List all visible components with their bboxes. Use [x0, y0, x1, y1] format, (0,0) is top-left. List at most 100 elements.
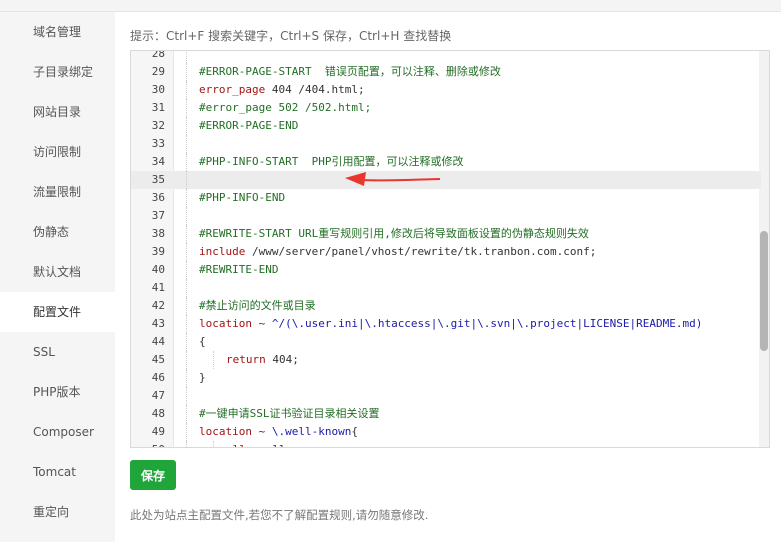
line-number: 49: [151, 425, 165, 438]
sidebar-item[interactable]: 默认文档: [0, 252, 115, 292]
code-line[interactable]: 42 #禁止访问的文件或目录: [131, 297, 761, 315]
code-line[interactable]: 46}: [131, 369, 761, 387]
code-line[interactable]: 33: [131, 135, 761, 153]
line-number: 44: [151, 335, 165, 348]
indent-guide: [186, 279, 187, 297]
code-line[interactable]: 43 location ~ ^/(\.user.ini|\.htaccess|\.…: [131, 315, 761, 333]
editor-scrollbar-thumb[interactable]: [760, 231, 768, 351]
sidebar-item[interactable]: 子目录绑定: [0, 52, 115, 92]
code-line[interactable]: 31 #error_page 502 /502.html;: [131, 99, 761, 117]
sidebar-item[interactable]: Tomcat: [0, 452, 115, 492]
code-text: #ERROR-PAGE-END: [199, 117, 298, 135]
indent-guide: [186, 63, 187, 81]
line-number: 50: [131, 441, 165, 447]
indent-guide: [186, 189, 187, 207]
code-line[interactable]: 44 {: [131, 333, 761, 351]
indent-guide: [186, 297, 187, 315]
line-number: 34: [151, 155, 165, 168]
line-number: 33: [151, 137, 165, 150]
indent-guide: [186, 117, 187, 135]
line-number: 30: [151, 83, 165, 96]
code-token: ~: [251, 317, 272, 330]
code-line[interactable]: 41: [131, 279, 761, 297]
code-line[interactable]: 48 #一键申请SSL证书验证目录相关设置: [131, 405, 761, 423]
code-line[interactable]: 30 error_page 404 /404.html;: [131, 81, 761, 99]
code-text: #ERROR-PAGE-START 错误页配置，可以注释、删除或修改: [199, 63, 501, 81]
top-bar: [0, 0, 781, 12]
code-token: }: [199, 371, 206, 384]
sidebar-item[interactable]: 配置文件: [0, 292, 115, 332]
code-line[interactable]: 49 location ~ \.well-known{: [131, 423, 761, 441]
sidebar-item[interactable]: 访问限制: [0, 132, 115, 172]
code-text: location ~ \.well-known{: [199, 423, 358, 441]
line-number: 37: [151, 209, 165, 222]
indent-guide: [186, 225, 187, 243]
line-number: 31: [151, 101, 165, 114]
code-line[interactable]: 37: [131, 207, 761, 225]
line-number: 47: [151, 389, 165, 402]
code-text: return 404;: [226, 351, 299, 369]
code-line[interactable]: 28: [131, 50, 761, 63]
code-token: all;: [259, 443, 293, 447]
sidebar-item[interactable]: SSL: [0, 332, 115, 372]
code-token: #PHP-INFO-END: [199, 191, 286, 204]
code-token: allow: [226, 443, 259, 447]
code-token: /www/server/panel/vhost/rewrite/tk.tranb…: [245, 245, 597, 258]
code-text: include /www/server/panel/vhost/rewrite/…: [199, 243, 596, 261]
code-line[interactable]: 40 #REWRITE-END: [131, 261, 761, 279]
code-text: #REWRITE-START URL重写规则引用,修改后将导致面板设置的伪静态规…: [199, 225, 589, 243]
indent-guide: [186, 81, 187, 99]
indent-guide: [186, 207, 187, 225]
code-token: #REWRITE-START URL重写规则引用,修改后将导致面板设置的伪静态规…: [199, 227, 589, 240]
code-line[interactable]: 38 #REWRITE-START URL重写规则引用,修改后将导致面板设置的伪静…: [131, 225, 761, 243]
indent-guide: [186, 153, 187, 171]
code-token: #error_page 502 /502.html;: [199, 101, 372, 114]
code-token: \.well-known: [271, 425, 352, 438]
indent-guide: [186, 51, 187, 63]
config-editor[interactable]: 28 29 #ERROR-PAGE-START 错误页配置，可以注释、删除或修改 30…: [130, 50, 770, 448]
indent-guide: [213, 441, 214, 447]
code-line[interactable]: 34 #PHP-INFO-START PHP引用配置，可以注释或修改: [131, 153, 761, 171]
sidebar-item[interactable]: PHP版本: [0, 372, 115, 412]
code-line[interactable]: 36 #PHP-INFO-END: [131, 189, 761, 207]
indent-guide: [186, 369, 187, 387]
code-text: #PHP-INFO-START PHP引用配置，可以注释或修改: [199, 153, 463, 171]
sidebar-item[interactable]: 域名管理: [0, 12, 115, 52]
code-line[interactable]: 35: [131, 171, 761, 189]
code-line[interactable]: 47: [131, 387, 761, 405]
line-number: 28: [151, 50, 165, 60]
sidebar-item[interactable]: 伪静态: [0, 212, 115, 252]
indent-guide: [186, 315, 187, 333]
sidebar: 域名管理 子目录绑定 网站目录 访问限制 流量限制 伪静态 默认文档 配置文件 SSL PHP版本…: [0, 12, 115, 542]
sidebar-item[interactable]: Composer: [0, 412, 115, 452]
code-token: ~: [251, 425, 272, 438]
line-number: 45: [151, 353, 165, 366]
code-token: 404;: [265, 353, 299, 366]
line-number: 41: [151, 281, 165, 294]
code-text: #一键申请SSL证书验证目录相关设置: [199, 405, 380, 423]
indent-guide: [186, 405, 187, 423]
code-token: error_page: [199, 83, 266, 96]
code-line[interactable]: 39 include /www/server/panel/vhost/rewrit…: [131, 243, 761, 261]
code-token: location: [199, 425, 252, 438]
indent-guide: [186, 387, 187, 405]
indent-guide: [186, 351, 187, 369]
code-line[interactable]: 45 return 404;: [131, 351, 761, 369]
indent-guide: [186, 423, 187, 441]
code-line[interactable]: 29 #ERROR-PAGE-START 错误页配置，可以注释、删除或修改: [131, 63, 761, 81]
code-text: location ~ ^/(\.user.ini|\.htaccess|\.gi…: [199, 315, 702, 333]
sidebar-item[interactable]: 网站目录: [0, 92, 115, 132]
code-token: include: [199, 245, 246, 258]
code-token: location: [199, 317, 252, 330]
sidebar-item[interactable]: 重定向: [0, 492, 115, 532]
indent-guide: [186, 441, 187, 447]
line-number: 42: [151, 299, 165, 312]
code-line[interactable]: 32 #ERROR-PAGE-END: [131, 117, 761, 135]
code-line[interactable]: 50 allow all;: [131, 441, 761, 447]
sidebar-item[interactable]: 流量限制: [0, 172, 115, 212]
code-token: ^/(\.user.ini|\.htaccess|\.git|\.svn|\.p…: [271, 317, 703, 330]
line-number: 32: [151, 119, 165, 132]
code-token: 404 /404.html;: [265, 83, 365, 96]
line-number: 40: [151, 263, 165, 276]
save-button[interactable]: 保存: [130, 460, 176, 490]
